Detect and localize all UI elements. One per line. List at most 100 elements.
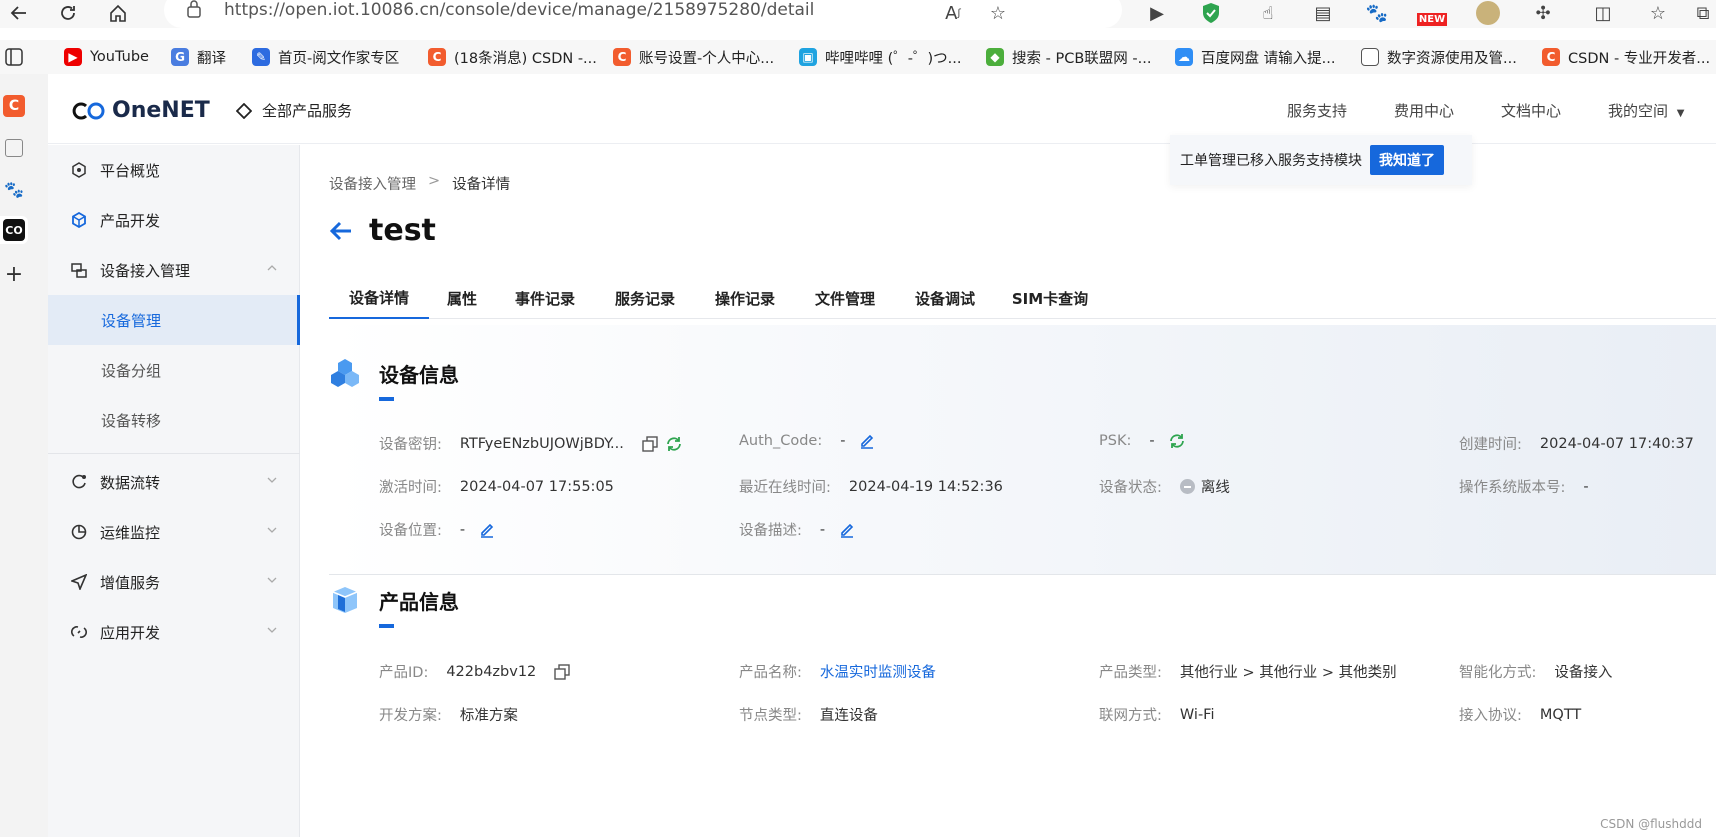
tab-service-records[interactable]: 服务记录 [595,277,695,319]
nav-item-app-dev[interactable]: 应用开发 [48,607,300,657]
smart-mode-field: 智能化方式: 设备接入 [1459,665,1613,681]
favorites-bar-icon[interactable]: ☆ [1645,0,1671,26]
url-input[interactable]: https://open.iot.10086.cn/console/device… [164,0,1122,28]
bookmark-csdn-developer[interactable]: C CSDN - 专业开发者... [1542,45,1710,69]
back-icon[interactable] [6,0,32,26]
logo-icon [72,102,105,119]
bookmark-csdn-messages[interactable]: C (18条消息) CSDN -... [428,45,597,69]
nav-divider [48,453,300,454]
nav-sub-device-groups[interactable]: 设备分组 [48,345,300,395]
page-title: test [369,213,436,248]
nav-item-product-dev[interactable]: 产品开发 [48,195,300,245]
nav-sidebar: 平台概览 产品开发 设备接入管理 设备管理 设备分组 设备转移 数据流转 运维监… [48,145,300,837]
app-header: OneNET 全部产品服务 服务支持 费用中心 文档中心 我的空间 ▼ [48,74,1716,144]
nav-sub-device-transfer[interactable]: 设备转移 [48,395,300,445]
product-info-heading: 产品信息 [379,589,459,614]
refresh-icon[interactable] [55,0,81,26]
service-support-link[interactable]: 服务支持 [1287,100,1347,121]
tab-operation-records[interactable]: 操作记录 [695,277,795,319]
add-side-icon[interactable]: + [0,260,28,288]
read-aloud-icon[interactable]: Aʃ [940,0,966,26]
tab-sim-query[interactable]: SIM卡查询 [995,277,1105,319]
tab-device-debug[interactable]: 设备调试 [895,277,995,319]
back-arrow-icon[interactable] [329,220,353,242]
box-icon [332,587,358,613]
shield-extension-icon[interactable] [1198,0,1224,26]
edit-icon[interactable] [479,522,495,538]
bookmark-baidu-pan[interactable]: ☁ 百度网盘 请输入提... [1175,45,1335,69]
home-icon[interactable] [105,0,131,26]
favorite-star-icon[interactable]: ☆ [985,0,1011,26]
csdn-side-icon[interactable]: C [0,92,28,120]
puzzle-extensions-icon[interactable]: ✣ [1530,0,1556,26]
copy-icon[interactable] [554,663,570,680]
product-info-header: 产品信息 [329,584,459,616]
calendar-side-icon[interactable] [0,134,28,162]
breadcrumb-separator: > [428,173,441,189]
breadcrumb-device-access[interactable]: 设备接入管理 [329,173,416,194]
tab-bar: 设备详情 属性 事件记录 服务记录 操作记录 文件管理 设备调试 SIM卡查询 [329,277,1716,319]
profile-extension-icon[interactable] [1474,0,1502,26]
lock-icon [186,0,204,20]
paw-extension-icon[interactable]: 🐾 [1364,0,1390,26]
nav-item-data-flow[interactable]: 数据流转 [48,457,300,507]
main-content: 设备接入管理 > 设备详情 test 设备详情 属性 事件记录 服务记录 操作记… [300,145,1716,837]
product-id-field: 产品ID: 422b4zbv12 [379,661,570,682]
diamond-icon [236,102,252,119]
play-extension-icon[interactable]: ▶ [1144,0,1170,26]
csdn-icon: C [428,48,446,66]
regenerate-icon[interactable] [666,436,682,452]
bookmark-youtube[interactable]: ▶ YouTube [64,45,149,69]
new-extension-icon[interactable]: NEW [1415,0,1449,26]
os-version-field: 操作系统版本号: - [1459,478,1589,497]
docs-center-link[interactable]: 文档中心 [1501,100,1561,121]
onenet-side-icon[interactable]: CO [0,216,28,244]
offline-status-icon [1179,479,1195,494]
translate-icon: G [171,48,189,66]
nav-item-value-added[interactable]: 增值服务 [48,557,300,607]
dev-plan-field: 开发方案: 标准方案 [379,708,518,724]
browser-side-panel: C 🐾 CO + [0,74,48,837]
paw-side-icon[interactable]: 🐾 [0,175,28,203]
split-screen-icon[interactable]: ◫ [1590,0,1616,26]
gesture-extension-icon[interactable]: ☝ [1255,0,1281,26]
tab-device-details[interactable]: 设备详情 [329,277,429,319]
chevron-down-icon [267,577,277,583]
breadcrumb-current: 设备详情 [452,177,511,193]
data-flow-icon [70,473,88,491]
bookmark-translate[interactable]: G 翻译 [171,45,226,69]
tab-file-management[interactable]: 文件管理 [795,277,895,319]
edit-icon[interactable] [859,433,875,449]
billing-center-link[interactable]: 费用中心 [1394,100,1454,121]
bookmark-account-settings[interactable]: C 账号设置-个人中心... [613,45,774,69]
cubes-icon [331,359,359,387]
tab-properties[interactable]: 属性 [429,277,495,319]
copy-icon[interactable] [642,435,658,452]
edit-icon[interactable] [839,522,855,538]
product-name-link[interactable]: 水温实时监测设备 [820,661,936,682]
nav-sub-device-management[interactable]: 设备管理 [48,295,300,345]
my-space-menu[interactable]: 我的空间 ▼ [1608,100,1685,121]
notice-popover: 工单管理已移入服务支持模块 我知道了 [1170,135,1472,185]
bookmark-yuewen[interactable]: ✎ 首页-阅文作家专区 [252,45,399,69]
breadcrumb: 设备接入管理 > 设备详情 [329,173,510,194]
device-access-icon [70,261,88,279]
nav-item-device-access[interactable]: 设备接入管理 [48,245,300,295]
bookmark-bilibili[interactable]: ▣ 哔哩哔哩 (゜-゜)つ... [799,45,961,69]
onenet-logo[interactable]: OneNET [72,98,210,123]
regenerate-icon[interactable] [1169,433,1185,449]
acknowledge-button[interactable]: 我知道了 [1370,145,1444,175]
nav-item-overview[interactable]: 平台概览 [48,145,300,195]
tabs-sidebar-icon[interactable] [5,45,23,69]
bookmark-digital-resources[interactable]: 数字资源使用及管... [1361,45,1517,69]
tab-event-records[interactable]: 事件记录 [495,277,595,319]
device-info-section: 设备信息 设备密钥: RTFyeENzbUJOWjBDY... Auth_Cod… [329,325,1716,575]
nav-item-monitoring[interactable]: 运维监控 [48,507,300,557]
device-description-field: 设备描述: - [739,519,855,540]
chevron-up-icon [267,265,277,271]
hexagon-icon [70,161,88,179]
bookmark-pcb[interactable]: ◆ 搜索 - PCB联盟网 -... [986,45,1151,69]
collections-icon[interactable]: ⧉ [1690,0,1716,26]
all-products-menu[interactable]: 全部产品服务 [236,100,352,121]
reader-extension-icon[interactable]: ▤ [1310,0,1336,26]
